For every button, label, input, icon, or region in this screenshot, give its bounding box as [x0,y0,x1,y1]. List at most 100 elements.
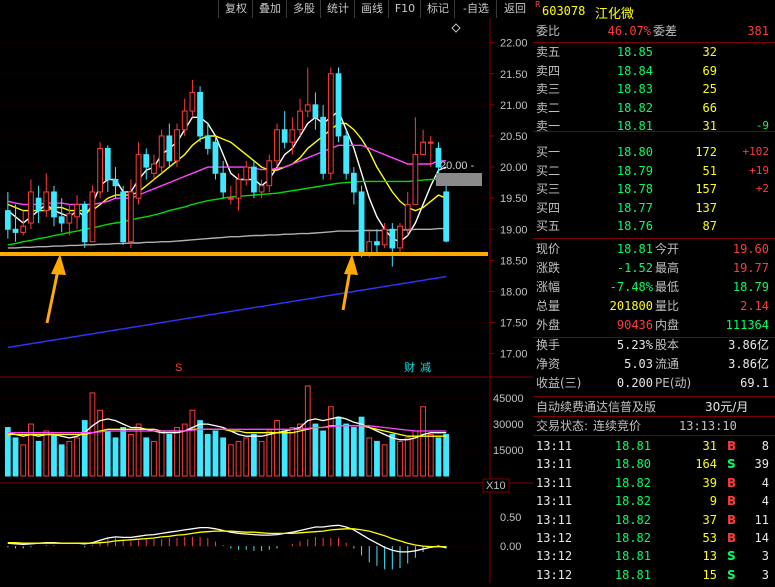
stock-r-tag: R [535,0,541,9]
price-tick-label: 18.50 [500,255,528,267]
trade-count: 4 [761,475,769,490]
trade-volume: 164 [695,457,717,472]
mark-button[interactable]: 标记 [420,0,455,18]
volume-bar [443,433,450,477]
remove-watchlist-button[interactable]: -自选 [454,0,497,18]
trade-volume: 15 [702,567,717,582]
kline-chart[interactable]: 22.00 21.50 21.00 20.50 20.00 19.50 19.00 18.50… [0,18,533,583]
candle-body [297,110,303,131]
bid-row: 买四 18.77 137 [533,199,775,217]
trade-side: B [727,531,737,545]
trade-count: 39 [754,457,769,472]
candle-body [51,191,57,218]
bid-row: 买二 18.79 51 +19 [533,162,775,180]
volume-bar [404,437,411,477]
ask-price: 18.85 [616,45,653,59]
back-button[interactable]: 返回 [496,0,533,18]
trade-volume: 53 [702,531,717,545]
candle-body [350,172,357,193]
trade-row: 13:11 18.81 31 B 8 [533,437,775,455]
ask-change: -9 [755,119,769,133]
volume-bar [66,440,73,477]
volume-bar [235,440,242,477]
quote-value: -7.48% [609,280,653,294]
volume-bar [258,440,265,477]
trade-count: 3 [761,549,769,564]
quote-row: 涨幅 -7.48% 最低 18.79 [533,278,775,296]
volume-bar [427,433,434,477]
quote-row: 外盘 90436 内盘 111364 [533,316,775,334]
candle-body [304,104,311,112]
trade-price: 18.82 [614,531,651,545]
quote-value-2: 18.79 [732,280,769,294]
trade-count: 3 [761,567,769,582]
volume-bar [112,437,119,477]
volume-bar [304,385,311,477]
price-tick-label: 19.00 [500,224,528,236]
trade-row: 13:11 18.82 9 B 4 [533,492,775,510]
trade-side: S [727,567,736,582]
candle-body [151,163,157,174]
statistics-button[interactable]: 统计 [320,0,355,18]
trade-row: 13:12 18.81 13 S 3 [533,547,775,565]
price-tick-label: 17.00 [500,349,528,361]
volume-bar [281,430,288,477]
quote-value-2: 2.14 [740,299,769,313]
volume-bar [312,423,319,477]
volume-bar [166,433,173,477]
draw-line-button[interactable]: 画线 [354,0,389,18]
candle-body [89,191,96,243]
weicha-value: 381 [747,24,769,38]
candle-body [166,135,173,162]
candle-body [66,213,73,224]
promo-row[interactable]: 自动续费通达信普及版 30元/月 [533,398,775,416]
bid-volume: 137 [695,200,717,215]
bid-row: 买三 18.78 157 +2 [533,180,775,198]
arrow-left-icon [45,254,66,324]
volume-bar [420,406,426,477]
f10-button[interactable]: F10 [388,0,421,18]
stats-row: 换手 5.23% 股本 3.86亿 [533,336,775,354]
diamond-icon [451,23,461,33]
price-tick-label: 20.50 [500,131,528,143]
volume-bar [35,440,42,477]
candle-body [4,210,11,230]
fuquan-button[interactable]: 复权 [218,0,253,18]
weibi-value: 46.07% [607,24,651,38]
candle-body [335,73,342,137]
chart-area[interactable]: 22.00 21.50 21.00 20.50 20.00 19.50 19.00 18.50… [0,18,533,583]
ask-volume: 69 [702,63,717,78]
stats-label-2: 股本 [655,338,680,352]
stats-value: 0.200 [616,376,653,390]
trade-side: S [727,549,736,564]
ask-row: 卖三 18.83 25 [533,80,775,98]
promo-price[interactable]: 30元/月 [705,398,748,416]
volume-ma-line [7,425,447,434]
volume-bar [435,437,442,477]
candle-body [204,135,211,149]
candle-body [104,147,111,181]
ask-price: 18.84 [616,63,653,78]
candle-body [28,191,34,224]
price-tick-label: 19.50 [500,193,528,205]
bid-label: 买四 [536,200,561,215]
ma-line [7,178,447,246]
bid-volume: 172 [695,145,717,159]
trade-row: 13:11 18.82 37 B 11 [533,511,775,529]
price-tick-label: 21.50 [500,69,528,81]
chart-toolbar: 复权 叠加 多股 统计 画线 F10 标记 -自选 返回 [0,0,533,18]
s-marker: S [175,362,182,374]
macd-tick-label: 0.50 [500,512,521,524]
trade-volume: 13 [702,549,717,564]
ask-label: 卖二 [536,100,561,115]
overlay-button[interactable]: 叠加 [252,0,287,18]
candle-body [189,91,196,112]
price-tick-label: 17.50 [500,318,528,330]
trade-price: 18.80 [614,457,651,472]
volume-bar [89,392,96,477]
multi-stock-button[interactable]: 多股 [286,0,321,18]
volume-bar [58,444,65,477]
candle-body [235,179,242,199]
candle-body [227,197,234,200]
promo-text[interactable]: 自动续费通达信普及版 [536,398,656,416]
